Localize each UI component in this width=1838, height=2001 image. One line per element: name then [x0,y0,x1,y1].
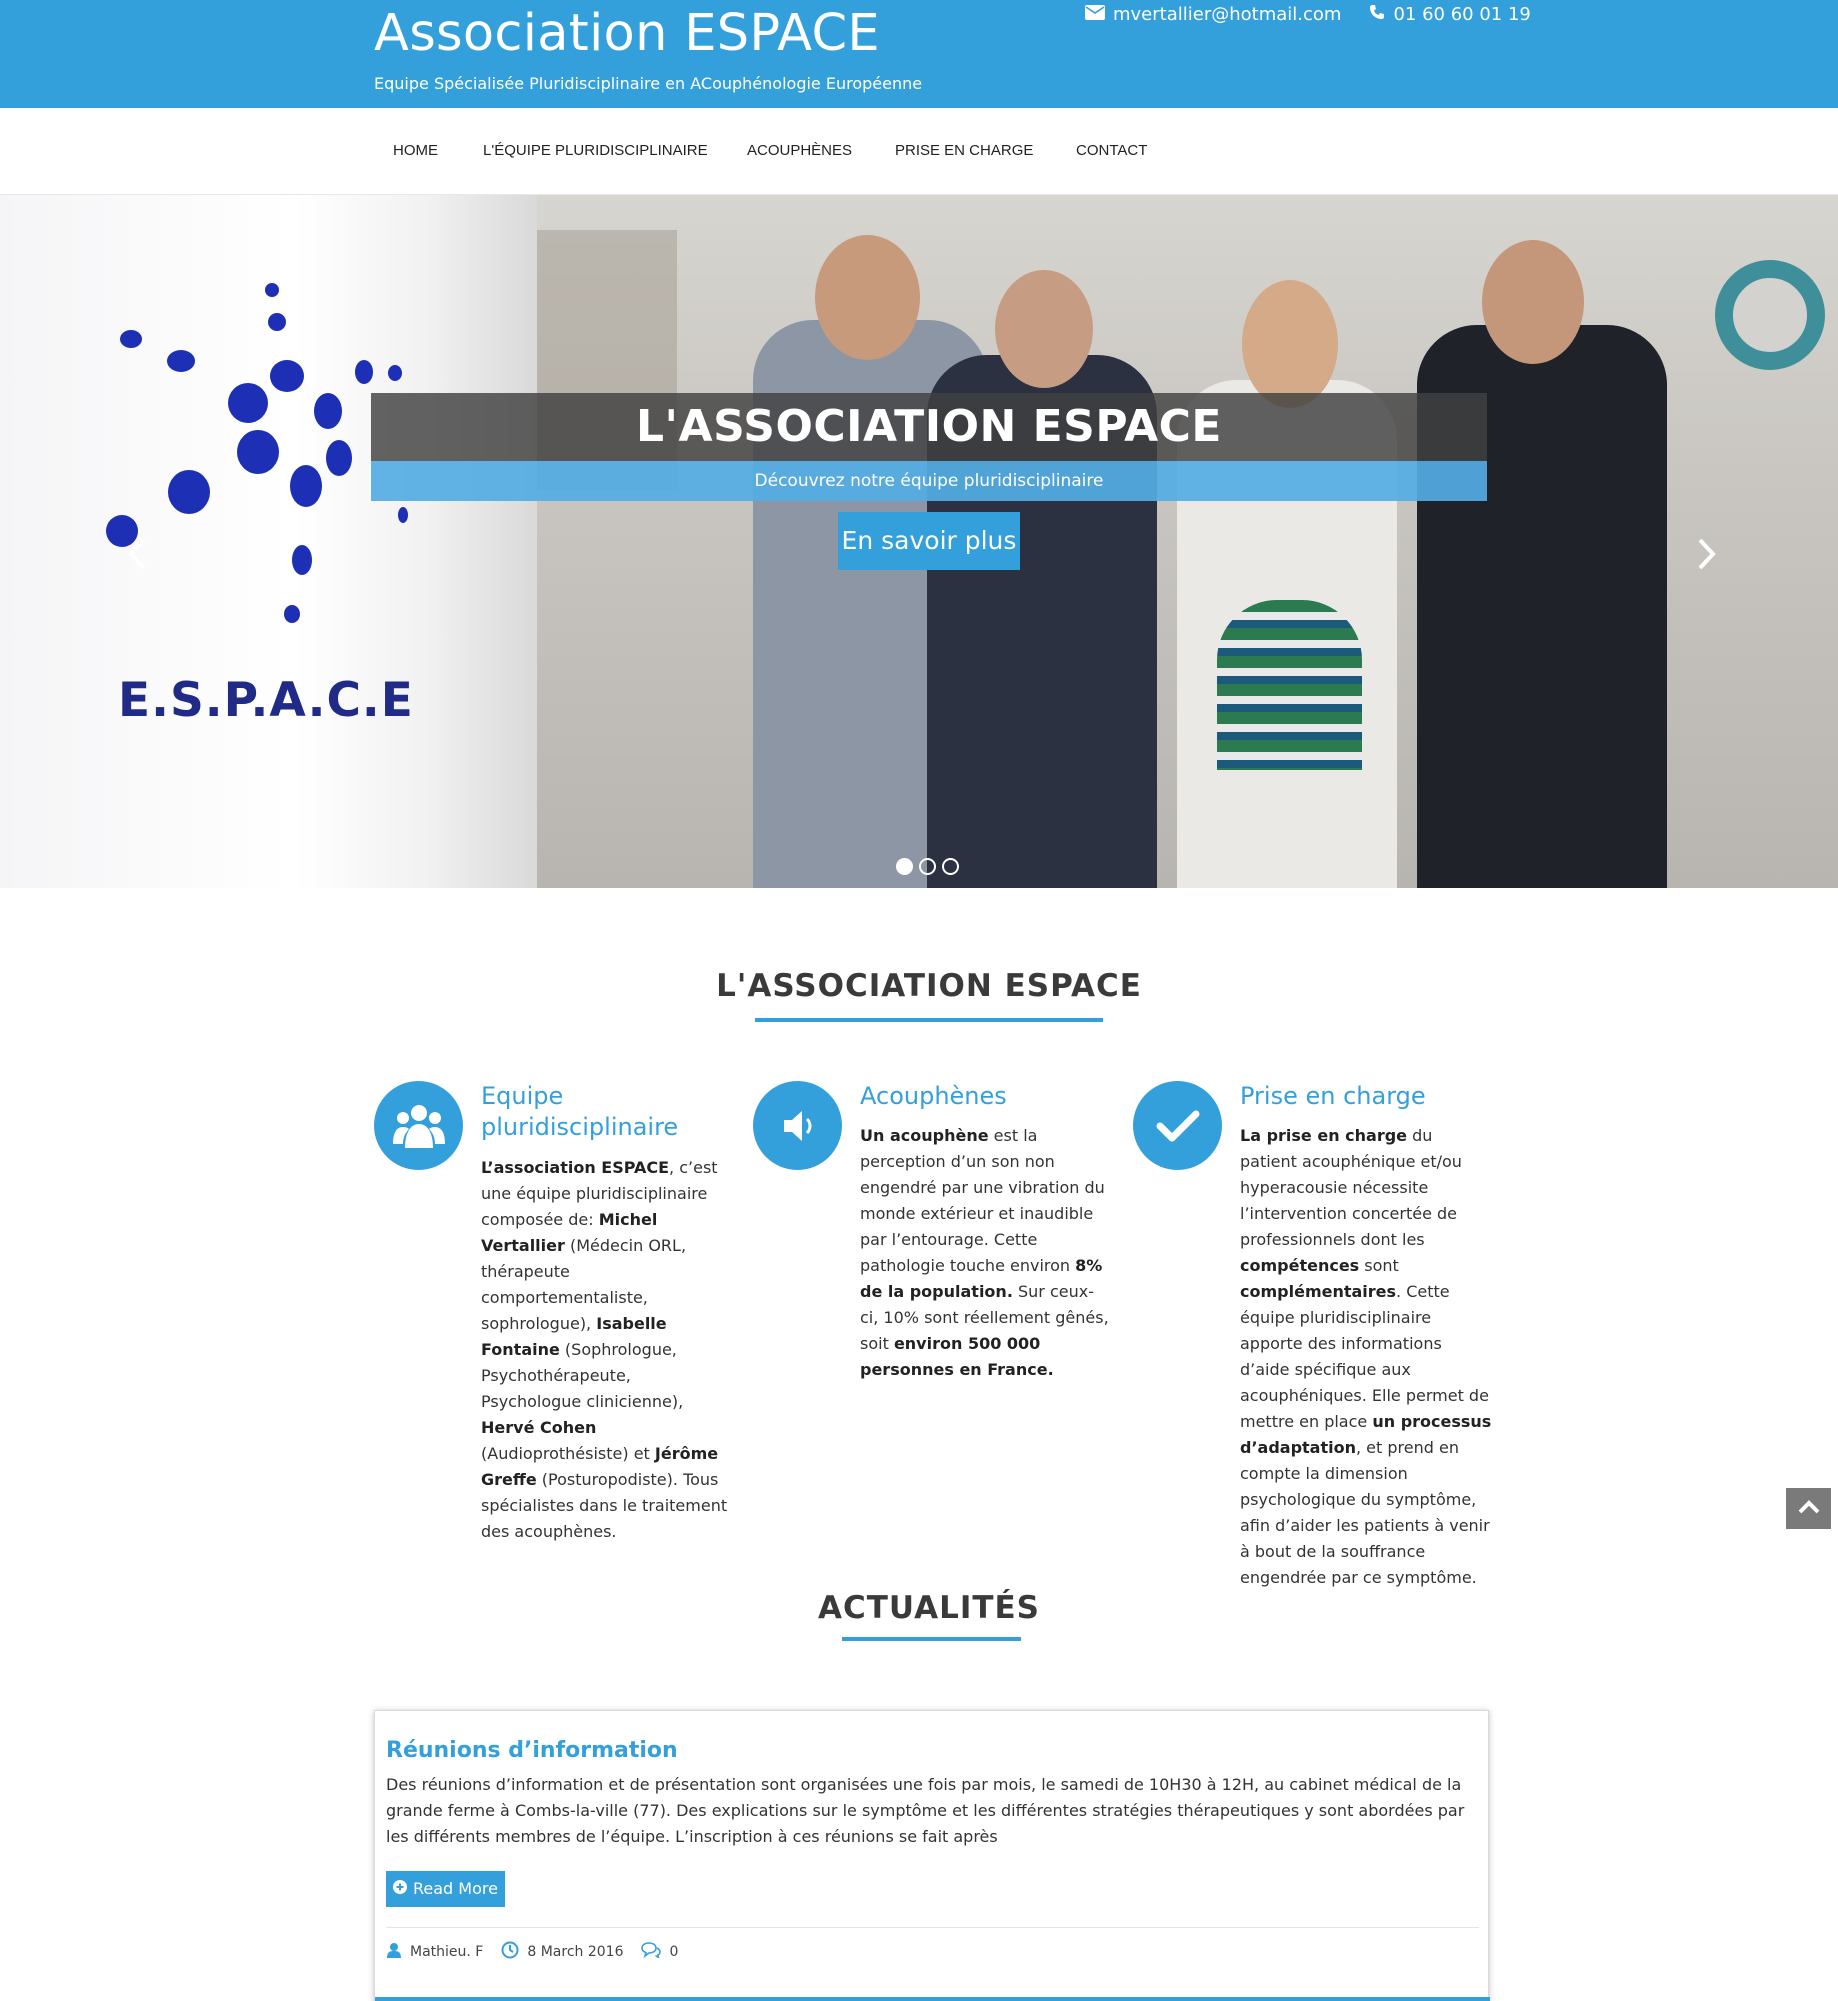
feature-text-equipe: L’association ESPACE, c’est une équipe p… [481,1158,728,1541]
emphasis-text: 8% de la population. [860,1256,1103,1301]
user-icon [386,1942,402,1962]
slider-dot-1[interactable] [896,858,913,875]
news-post-meta: Mathieu. F 8 March 2016 0 [386,1941,696,1963]
contact-email[interactable]: mvertallier@hotmail.com [1113,4,1341,25]
slider-dot-2[interactable] [919,858,936,875]
feature-title-equipe[interactable]: Equipe pluridisciplinaire [481,1081,721,1143]
hero-logo-panel: E.S.P.A.C.E [0,195,537,888]
contact-phone[interactable]: 01 60 60 01 19 [1393,4,1530,25]
site-tagline: Equipe Spécialisée Pluridisciplinaire en… [374,74,923,93]
emphasis-text: environ 500 000 personnes en France. [860,1334,1054,1379]
emphasis-text: complémentaires [1240,1282,1397,1301]
envelope-icon [1085,4,1105,25]
read-more-label: Read More [413,1879,498,1898]
news-post-date: 8 March 2016 [527,1944,624,1960]
feature-title-prise-en-charge[interactable]: Prise en charge [1240,1081,1490,1112]
hero-team-photo [537,195,1838,888]
nav-item-contact[interactable]: CONTACT [1076,142,1147,159]
slider-pagination [896,858,959,875]
person-dress-stripes [1217,600,1362,770]
feature-text-acouphenes: Un acouphène est la perception d’un son … [860,1126,1109,1379]
emphasis-text: Isabelle Fontaine [481,1314,667,1359]
chevron-right-icon[interactable] [1696,535,1718,581]
nav-item-prise-en-charge[interactable]: PRISE EN CHARGE [895,142,1033,159]
feature-title-acouphenes[interactable]: Acouphènes [860,1081,1100,1112]
site-title[interactable]: Association ESPACE [374,4,880,63]
volume-icon [753,1081,842,1170]
emphasis-text: Hervé Cohen [481,1418,597,1437]
nav-item-equipe[interactable]: L'ÉQUIPE PLURIDISCIPLINAIRE [483,142,708,159]
slider-dot-3[interactable] [942,858,959,875]
person-head [995,270,1093,388]
scroll-top-button[interactable] [1786,1488,1831,1529]
espace-logo: E.S.P.A.C.E [118,673,414,728]
emphasis-text: Un acouphène [860,1126,989,1145]
emphasis-text: compétences [1240,1256,1360,1275]
emphasis-text: Jérôme Greffe [481,1444,719,1489]
plus-circle-icon [393,1871,407,1907]
divider [386,1927,1479,1928]
users-icon [374,1081,463,1170]
news-post-comments[interactable]: 0 [669,1944,678,1960]
nav-item-home[interactable]: HOME [393,142,438,159]
person-head [1242,280,1338,408]
news-post-title[interactable]: Réunions d’information [386,1738,678,1763]
nav-item-acouphenes[interactable]: ACOUPHÈNES [747,142,852,159]
emphasis-text: L’association ESPACE [481,1158,670,1177]
learn-more-button[interactable]: En savoir plus [838,512,1020,570]
news-heading: ACTUALITÉS [817,1590,1041,1626]
chevron-up-icon [1798,1499,1820,1518]
clock-icon [501,1941,519,1963]
hero-subtitle: Découvrez notre équipe pluridisciplinair… [371,461,1487,501]
phone-icon [1369,4,1385,25]
hero-title: L'ASSOCIATION ESPACE [371,393,1487,461]
news-post-excerpt: Des réunions d’information et de présent… [386,1775,1465,1846]
contact-info: mvertallier@hotmail.com 01 60 60 01 19 [1085,4,1531,25]
person-head [1482,240,1584,364]
comments-icon [641,1942,662,1962]
about-heading: L'ASSOCIATION ESPACE [716,968,1142,1004]
feature-text-prise-en-charge: La prise en charge du patient acouphéniq… [1240,1126,1492,1587]
read-more-button[interactable]: Read More [386,1871,505,1907]
header-bar: Association ESPACE Equipe Spécialisée Pl… [0,0,1838,108]
news-post-author[interactable]: Mathieu. F [410,1944,483,1960]
emphasis-text: La prise en charge [1240,1126,1408,1145]
hero-slider: E.S.P.A.C.E L'ASSOCIATION ESPACE Découvr… [0,195,1838,888]
check-icon [1133,1081,1222,1170]
news-heading-underline [842,1637,1021,1641]
emphasis-text: Michel Vertallier [481,1210,658,1255]
card-accent-bar [375,1997,1490,2001]
person-head [815,235,920,360]
about-heading-underline [755,1018,1103,1022]
emphasis-text: un processus d’adaptation [1240,1412,1492,1457]
wall-ring-decoration [1715,260,1825,370]
main-nav: HOME L'ÉQUIPE PLURIDISCIPLINAIRE ACOUPHÈ… [0,108,1838,195]
chevron-left-icon[interactable] [126,535,148,581]
news-post-card: Réunions d’information Des réunions d’in… [374,1710,1490,2001]
